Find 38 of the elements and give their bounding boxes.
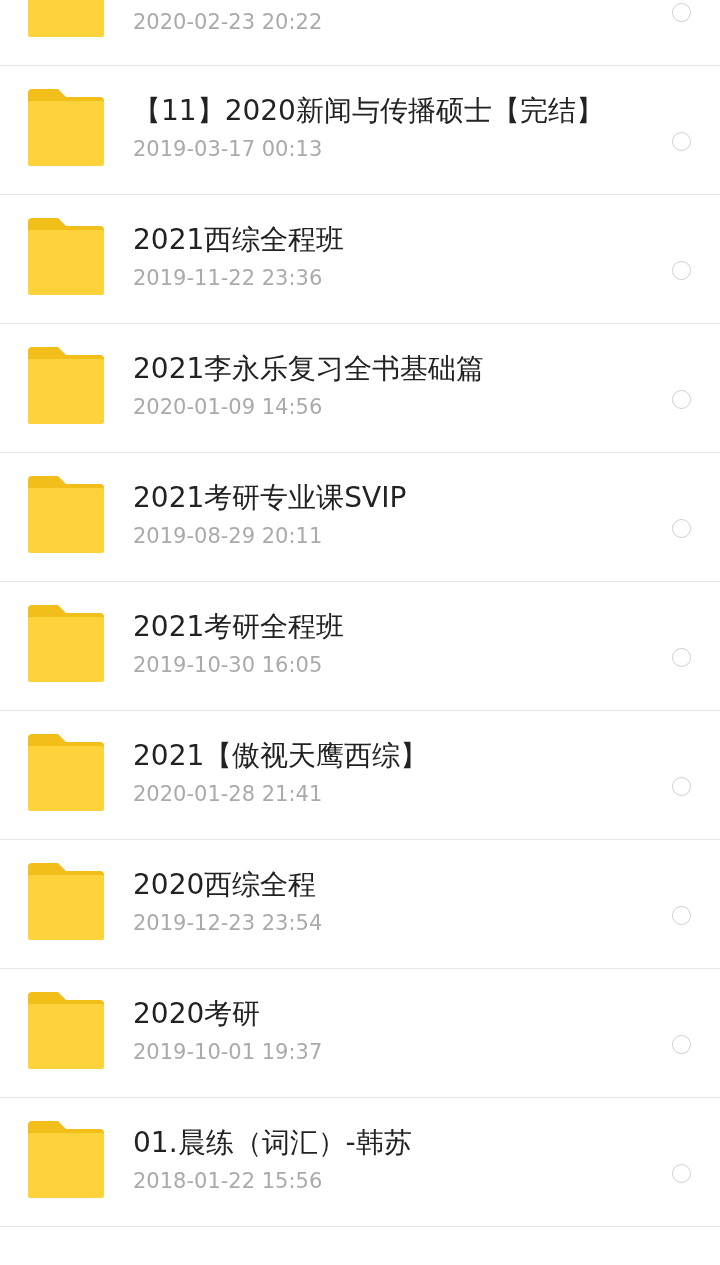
modified-date: 2020-01-28 21:41: [133, 781, 324, 808]
modified-date: 2019-03-17 00:13: [133, 136, 324, 163]
select-radio[interactable]: [672, 777, 691, 796]
select-radio[interactable]: [672, 261, 691, 280]
folder-icon: [28, 863, 104, 940]
folder-name[interactable]: 2021考研专业课SVIP: [133, 478, 613, 518]
select-radio[interactable]: [672, 648, 691, 667]
modified-date: 2019-10-30 16:05: [133, 652, 324, 679]
modified-date: 2019-12-23 23:54: [133, 910, 324, 937]
folder-icon: [28, 218, 104, 295]
folder-icon: [28, 734, 104, 811]
folder-name[interactable]: 2021李永乐复习全书基础篇: [133, 349, 613, 389]
select-radio[interactable]: [672, 132, 691, 151]
modified-date: 2018-01-22 15:56: [133, 1168, 324, 1195]
modified-date: 2019-11-22 23:36: [133, 265, 324, 292]
folder-icon: [28, 1121, 104, 1198]
folder-icon: [28, 476, 104, 553]
select-radio[interactable]: [672, 390, 691, 409]
select-radio[interactable]: [672, 3, 691, 22]
modified-date: 2019-10-01 19:37: [133, 1039, 324, 1066]
modified-date: 2019-08-29 20:11: [133, 523, 324, 550]
modified-date: 2020-02-23 20:22: [133, 9, 324, 36]
folder-icon: [28, 605, 104, 682]
folder-name[interactable]: 2021考研全程班: [133, 607, 613, 647]
folder-icon: [28, 992, 104, 1069]
folder-name[interactable]: 2021西综全程班: [133, 220, 613, 260]
folder-name[interactable]: 【11】2020新闻与传播硕士【完结】: [133, 91, 613, 131]
folder-name[interactable]: 2020西综全程: [133, 865, 613, 905]
folder-name[interactable]: 2021【傲视天鹰西综】: [133, 736, 613, 776]
select-radio[interactable]: [672, 1035, 691, 1054]
select-radio[interactable]: [672, 906, 691, 925]
select-radio[interactable]: [672, 1164, 691, 1183]
folder-icon: [28, 347, 104, 424]
folder-icon: [28, 89, 104, 166]
modified-date: 2020-01-09 14:56: [133, 394, 324, 421]
folder-name[interactable]: 2020考研: [133, 994, 613, 1034]
select-radio[interactable]: [672, 519, 691, 538]
folder-name[interactable]: 01.晨练（词汇）-韩苏: [133, 1123, 613, 1163]
